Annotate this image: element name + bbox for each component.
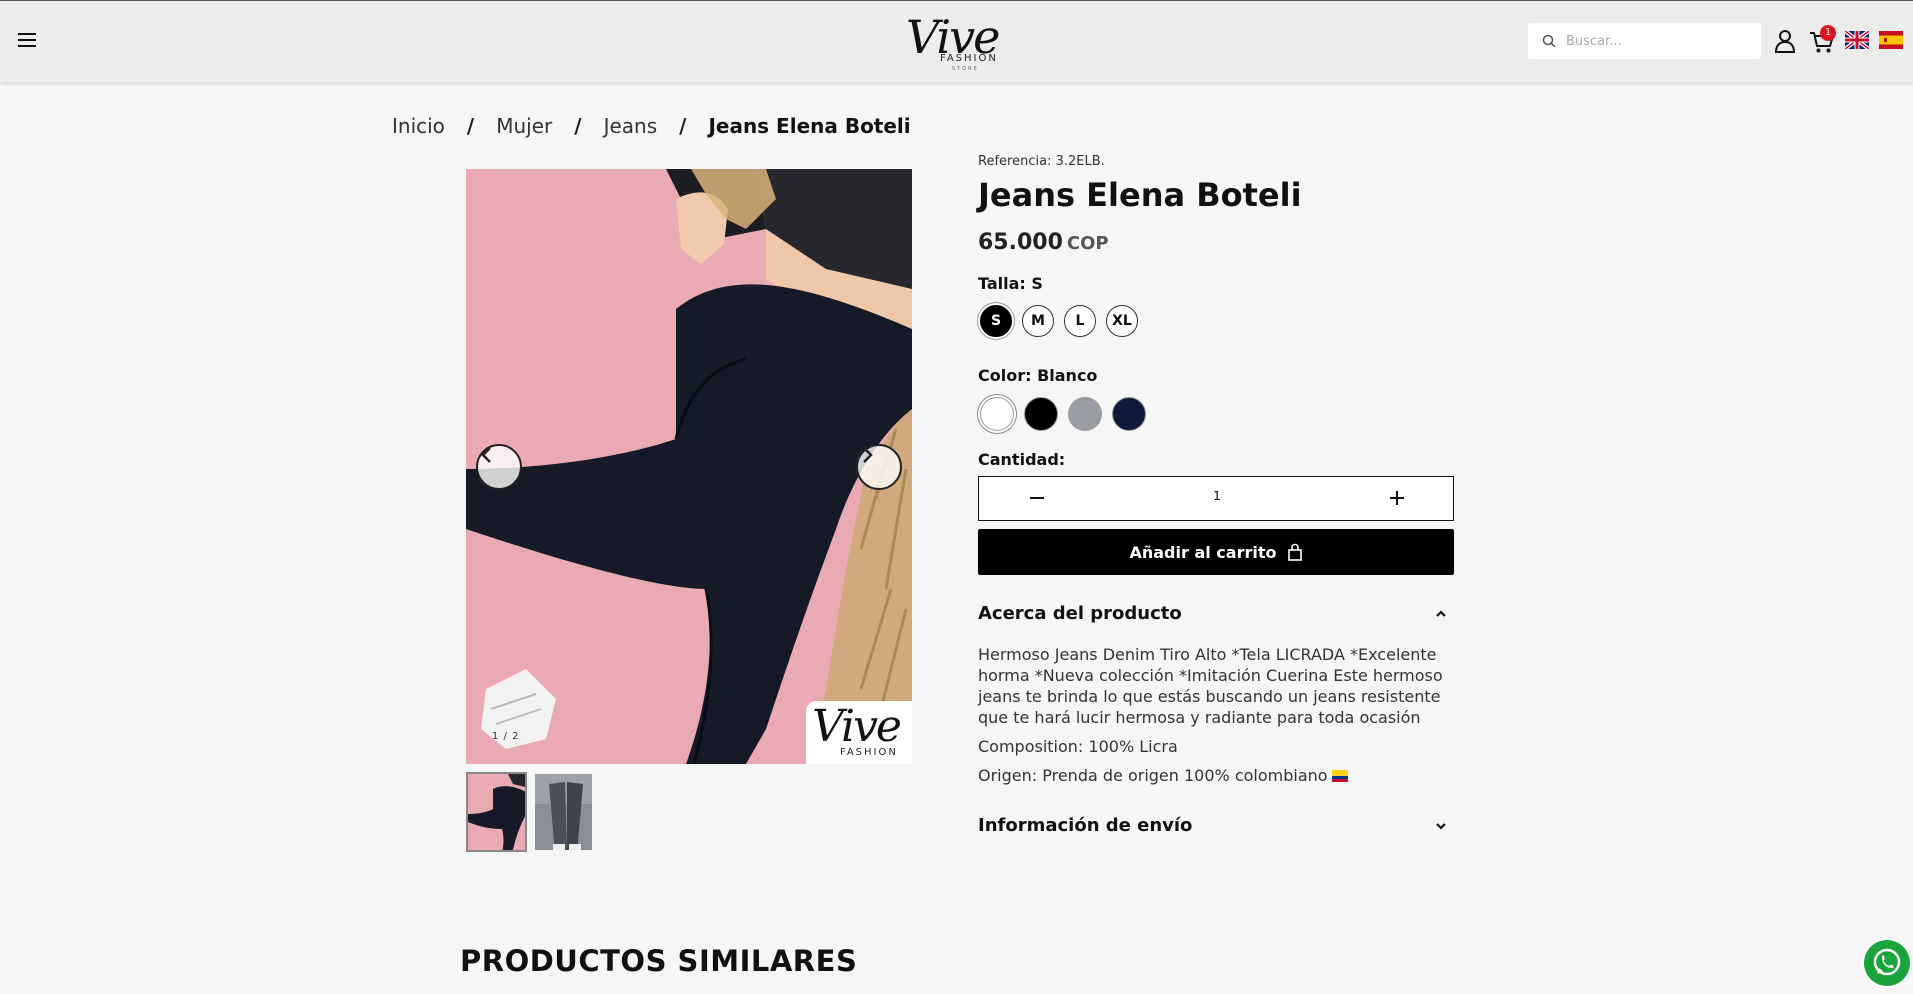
minus-icon xyxy=(1030,497,1044,499)
product-main-image[interactable]: 1 / 2 Vive FASHION xyxy=(466,169,912,764)
gallery-thumbnail-2[interactable] xyxy=(533,772,594,852)
gallery-next-button[interactable] xyxy=(856,444,902,490)
chevron-left-icon xyxy=(481,447,491,463)
chevron-down-icon xyxy=(1436,823,1446,830)
watermark-subtitle: FASHION xyxy=(840,747,898,758)
breadcrumb-item-mujer[interactable]: Mujer xyxy=(496,114,552,138)
breadcrumb-separator: / xyxy=(466,114,475,138)
quantity-decrease-button[interactable] xyxy=(1019,485,1055,511)
shopping-bag-icon xyxy=(1287,543,1302,561)
breadcrumb-item-jeans[interactable]: Jeans xyxy=(604,114,658,138)
search-box xyxy=(1528,23,1761,59)
size-selector: S M L XL xyxy=(980,305,1138,337)
colombia-flag-icon xyxy=(1331,770,1348,782)
quantity-label: Cantidad: xyxy=(978,450,1066,469)
color-selected-value: Blanco xyxy=(1037,366,1098,385)
add-to-cart-label: Añadir al carrito xyxy=(1129,542,1277,562)
origin-text: Origen: Prenda de origen 100% colombiano xyxy=(978,766,1328,785)
similar-products-heading: PRODUCTOS SIMILARES xyxy=(460,944,858,978)
site-logo[interactable]: Vive FASHION STORE xyxy=(900,9,1020,75)
logo-subtitle: FASHION xyxy=(940,53,998,64)
cart-count-badge: 1 xyxy=(1820,25,1836,41)
description-text: Hermoso Jeans Denim Tiro Alto *Tela LICR… xyxy=(978,645,1443,727)
accordion-shipping-info[interactable]: Información de envío xyxy=(978,811,1454,841)
thumbnail-image xyxy=(535,774,592,850)
search-input[interactable] xyxy=(1566,31,1746,51)
size-label: Talla: S xyxy=(978,274,1043,293)
color-swatch-gray[interactable] xyxy=(1068,397,1102,431)
uk-flag-icon[interactable] xyxy=(1845,31,1869,49)
breadcrumb-separator: / xyxy=(679,114,687,138)
plus-icon xyxy=(1390,491,1404,505)
thumbnail-image xyxy=(468,774,525,850)
color-swatch-navy[interactable] xyxy=(1112,397,1146,431)
gallery-prev-button[interactable] xyxy=(476,444,522,490)
watermark-script-text: Vive xyxy=(812,701,902,752)
hamburger-menu-icon[interactable] xyxy=(18,33,36,49)
size-option-s[interactable]: S xyxy=(980,305,1012,337)
user-account-icon[interactable] xyxy=(1774,29,1796,53)
size-label-text: Talla: xyxy=(978,274,1026,293)
logo-subtitle-small: STORE xyxy=(952,66,979,72)
quantity-stepper xyxy=(978,476,1454,521)
color-swatch-white[interactable] xyxy=(980,397,1014,431)
chevron-up-icon xyxy=(1436,610,1446,617)
quantity-increase-button[interactable] xyxy=(1379,485,1415,511)
gallery-counter: 1 / 2 xyxy=(492,731,520,742)
size-option-m[interactable]: M xyxy=(1022,305,1054,337)
spain-flag-icon[interactable] xyxy=(1879,31,1903,49)
product-reference: Referencia: 3.2ELB. xyxy=(978,154,1105,169)
size-option-xl[interactable]: XL xyxy=(1106,305,1138,337)
site-header: Vive FASHION STORE 1 xyxy=(0,0,1913,82)
breadcrumb-item-inicio[interactable]: Inicio xyxy=(392,114,445,138)
origin-line: Origen: Prenda de origen 100% colombiano xyxy=(978,765,1454,786)
accordion-about-title: Acerca del producto xyxy=(978,603,1182,624)
quantity-input[interactable] xyxy=(1179,489,1255,503)
whatsapp-icon xyxy=(1864,940,1910,986)
color-label-text: Color: xyxy=(978,366,1032,385)
product-description: Hermoso Jeans Denim Tiro Alto *Tela LICR… xyxy=(978,644,1454,794)
breadcrumb-current: Jeans Elena Boteli xyxy=(708,114,911,138)
price-value: 65.000 xyxy=(978,230,1063,255)
reference-value: 3.2ELB. xyxy=(1055,154,1105,169)
reference-label: Referencia: xyxy=(978,154,1052,169)
gallery-thumbnail-1[interactable] xyxy=(466,772,527,852)
color-swatch-black[interactable] xyxy=(1024,397,1058,431)
product-price: 65.000 COP xyxy=(978,230,1109,255)
product-title: Jeans Elena Boteli xyxy=(978,176,1302,214)
color-label: Color: Blanco xyxy=(978,366,1097,385)
color-selector xyxy=(980,397,1146,431)
search-icon xyxy=(1542,34,1556,48)
size-selected-value: S xyxy=(1031,274,1043,293)
price-currency: COP xyxy=(1066,233,1109,254)
breadcrumb: Inicio / Mujer / Jeans / Jeans Elena Bot… xyxy=(392,114,911,138)
whatsapp-chat-button[interactable] xyxy=(1862,938,1912,988)
chevron-right-icon xyxy=(863,447,873,463)
add-to-cart-button[interactable]: Añadir al carrito xyxy=(978,529,1454,575)
product-photo xyxy=(466,169,912,764)
accordion-about-product[interactable]: Acerca del producto xyxy=(978,599,1454,629)
composition-text: Composition: 100% Licra xyxy=(978,737,1178,756)
watermark-logo: Vive FASHION xyxy=(806,701,912,764)
size-option-l[interactable]: L xyxy=(1064,305,1096,337)
breadcrumb-separator: / xyxy=(574,114,582,138)
accordion-shipping-title: Información de envío xyxy=(978,815,1193,836)
